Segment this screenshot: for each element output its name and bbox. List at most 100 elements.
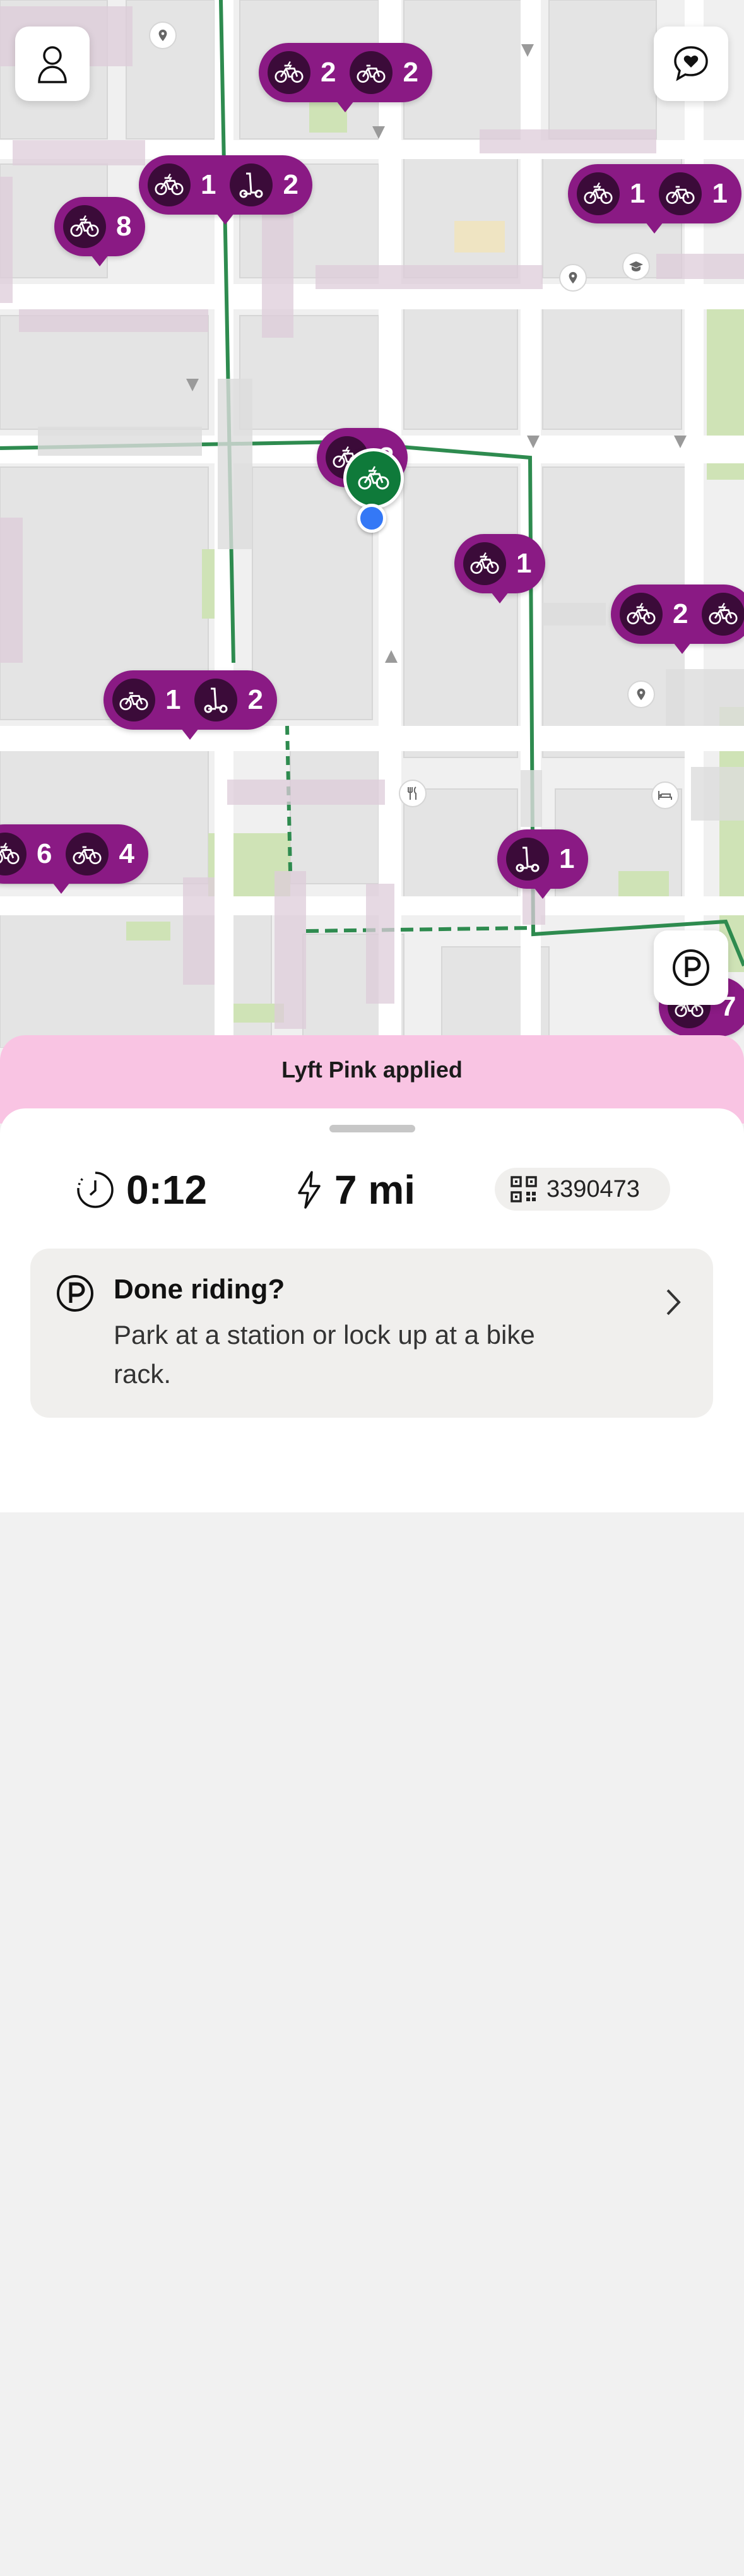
lyft-pink-text: Lyft Pink applied [281,1057,463,1083]
school-icon[interactable] [622,252,650,280]
marker-group [702,593,744,636]
vehicle-cluster-marker[interactable]: 12 [139,155,312,225]
redacted-label [262,211,293,338]
marker-group: 1 [148,163,221,206]
bike-icon [66,833,109,875]
done-riding-card[interactable]: Done riding? Park at a station or lock u… [30,1249,713,1418]
marker-group: 1 [659,172,732,215]
vehicle-count: 2 [247,684,263,715]
redacted-label [13,140,145,165]
ride-timer: 0:12 [76,1166,207,1213]
vehicle-count: 2 [283,169,298,200]
lightning-icon [298,1171,321,1209]
ebike-icon [358,466,389,490]
parking-icon [57,1275,93,1312]
location-pin-icon[interactable] [559,264,587,292]
marker-group: 2 [194,679,268,721]
redacted-label [0,177,13,303]
ebike-icon [63,205,106,248]
vehicle-count: 2 [403,57,418,88]
profile-button[interactable] [15,27,90,101]
marker-group: 2 [230,163,303,206]
chat-heart-icon [674,46,708,81]
hotel-icon[interactable] [651,781,679,809]
location-pin-icon[interactable] [627,680,655,708]
ebike-icon [620,593,663,636]
vehicle-count: 1 [201,169,216,200]
redacted-label [183,877,215,985]
redacted-label [38,427,202,456]
redacted-label [227,780,385,805]
chevron-right-icon [666,1289,681,1315]
marker-group: 1 [112,679,186,721]
vehicle-cluster-marker[interactable]: 64 [0,824,148,894]
scooter-icon [194,679,238,721]
marker-group: 2 [268,51,341,94]
vehicle-count: 2 [321,57,336,88]
ebike-icon [577,172,620,215]
range-value: 7 mi [334,1167,416,1213]
person-icon [38,46,67,83]
vehicle-count: 1 [516,548,532,579]
restaurant-icon[interactable] [399,780,427,807]
redacted-label [366,884,394,1004]
vehicle-cluster-marker[interactable]: 2 [611,585,744,654]
ride-bottom-sheet[interactable]: 0:12 7 mi 3390473 Done riding? Park at a… [0,1108,744,2576]
vehicle-count: 4 [119,838,134,869]
vehicle-count: 2 [673,598,688,629]
redacted-label [691,767,744,821]
sheet-drag-handle[interactable] [329,1125,415,1132]
parking-icon [673,949,709,986]
vehicle-cluster-marker[interactable]: 1 [454,534,546,603]
marker-group: 2 [350,51,423,94]
marker-group: 1 [506,838,579,881]
sheet-divider [0,2557,744,2576]
bike-icon [112,679,155,721]
vehicle-cluster-marker[interactable]: 8 [54,197,146,266]
vehicle-count: 6 [37,838,52,869]
vehicle-cluster-marker[interactable]: 1 [497,829,589,899]
redacted-label [543,603,606,626]
location-pin-icon[interactable] [149,21,177,49]
done-riding-title: Done riding? [114,1274,285,1305]
redacted-label [19,309,208,332]
marker-group: 2 [620,593,693,636]
clock-icon [77,1172,114,1208]
qr-code-icon [511,1176,537,1202]
marker-group: 8 [63,205,136,248]
vehicle-cluster-marker[interactable]: 22 [259,43,432,112]
ebike-icon [702,593,744,636]
ride-time: 0:12 [126,1167,208,1213]
bike-icon [659,172,702,215]
bike-icon [350,51,393,94]
vehicle-count: 8 [116,211,132,242]
ebike-icon [463,542,506,585]
vehicle-cluster-marker[interactable]: 12 [103,670,277,740]
chat-button[interactable] [654,27,728,101]
battery-range: 7 mi [295,1166,415,1213]
marker-group: 1 [577,172,650,215]
marker-group: 6 [0,833,57,875]
redacted-label [316,265,543,289]
bike-id: 3390473 [546,1175,640,1202]
marker-group: 4 [66,833,139,875]
ebike-icon [148,163,191,206]
vehicle-cluster-marker[interactable]: 11 [568,164,741,234]
map-view[interactable]: 22 12 8 11 1 2 12 64 1 7 2 [0,0,744,1048]
parking-button[interactable] [654,930,728,1005]
ebike-icon [268,51,310,94]
redacted-label [218,379,252,549]
active-bike-marker[interactable] [343,448,404,509]
done-riding-subtitle: Park at a station or lock up at a bike r… [114,1320,535,1389]
current-location-dot [357,504,386,533]
redacted-label [480,129,656,153]
redacted-label [521,770,542,827]
redacted-label [666,669,744,726]
vehicle-count: 1 [559,843,575,874]
vehicle-count: 1 [630,178,646,209]
scooter-icon [506,838,549,881]
vehicle-count: 1 [165,684,181,715]
vehicle-count: 1 [712,178,728,209]
redacted-label [0,518,23,663]
bike-id-chip[interactable]: 3390473 [495,1168,670,1211]
